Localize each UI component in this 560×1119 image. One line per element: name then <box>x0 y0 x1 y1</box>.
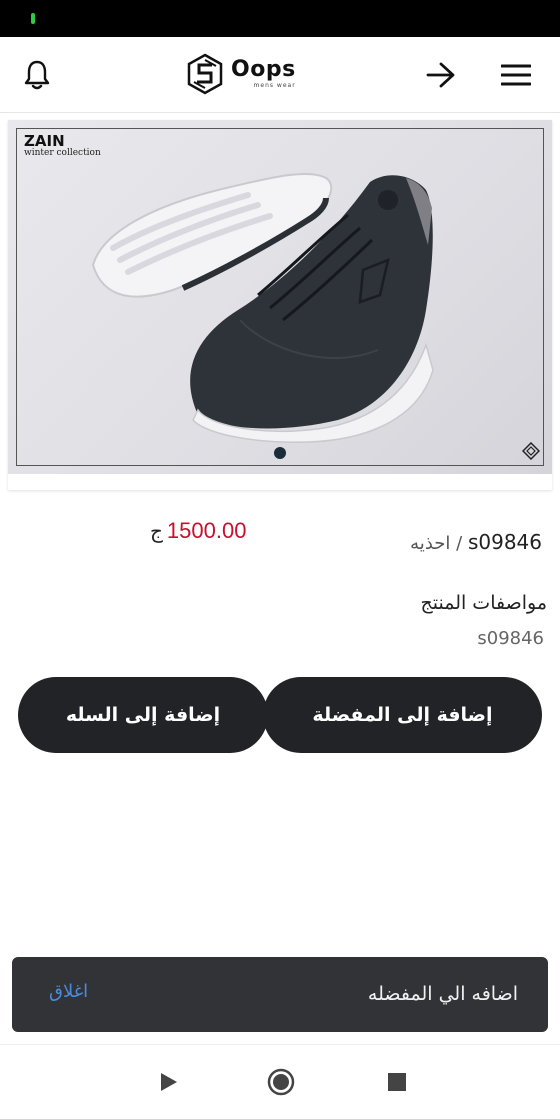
add-to-favorites-button[interactable]: إضافة إلى المفضلة <box>263 677 542 753</box>
product-photo: ZAIN winter collection <box>8 120 552 474</box>
image-caption: winter collection <box>24 148 101 158</box>
nav-home-button[interactable] <box>266 1067 296 1097</box>
status-bar <box>0 0 560 37</box>
nav-back-button[interactable] <box>153 1067 183 1097</box>
status-indicator <box>31 13 35 24</box>
brand-logo: Oops mens wear <box>187 51 296 97</box>
menu-button[interactable] <box>496 55 536 95</box>
price-currency: ج <box>150 521 163 543</box>
system-nav-bar <box>0 1044 560 1119</box>
specs-value: s09846 <box>477 628 544 649</box>
logo-mark-icon <box>187 53 223 95</box>
sku-separator: / <box>456 533 463 554</box>
nav-recent-button[interactable] <box>382 1067 412 1097</box>
notification-button[interactable] <box>17 55 57 95</box>
app-header: Oops mens wear <box>0 37 560 113</box>
product-sku: s09846 <box>467 530 542 554</box>
square-recent-icon <box>388 1073 406 1091</box>
snackbar: اغلاق اضافه الي المفضله <box>12 957 548 1032</box>
back-button[interactable] <box>421 55 461 95</box>
logo-name: Oops <box>231 57 296 82</box>
product-image-carousel[interactable]: ZAIN winter collection <box>8 120 552 490</box>
corner-logo-icon <box>522 442 540 460</box>
image-brand-tag: ZAIN winter collection <box>24 134 101 158</box>
price-value: 1500.00 <box>166 518 247 543</box>
add-to-cart-button[interactable]: إضافة إلى السله <box>18 677 268 753</box>
arrow-right-icon <box>426 62 455 88</box>
bell-icon <box>24 60 50 90</box>
product-category: احذيه <box>410 533 451 554</box>
triangle-back-icon <box>161 1073 177 1091</box>
specs-title: مواصفات المنتج <box>420 592 547 614</box>
snackbar-message: اضافه الي المفضله <box>367 983 518 1005</box>
product-price: 1500.00ج <box>150 518 246 544</box>
product-sku-line: s09846 / احذيه <box>410 530 542 554</box>
hamburger-menu-icon <box>501 64 531 86</box>
photo-frame <box>16 128 544 466</box>
snackbar-close-button[interactable]: اغلاق <box>49 981 88 1002</box>
logo-tagline: mens wear <box>253 82 296 89</box>
circle-home-icon <box>267 1068 295 1096</box>
image-brand-name: ZAIN <box>24 132 65 150</box>
carousel-indicator-dot[interactable] <box>274 447 286 459</box>
